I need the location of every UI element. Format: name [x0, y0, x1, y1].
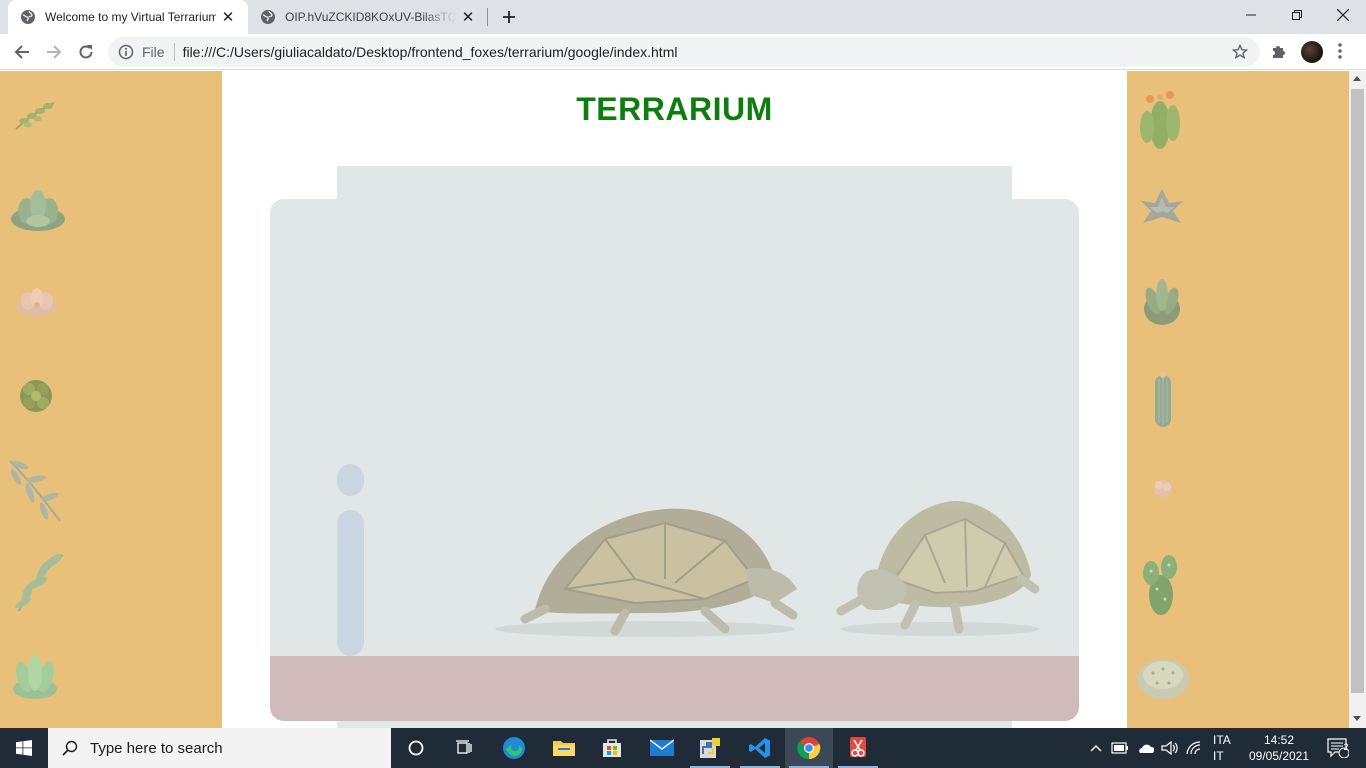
scroll-up-icon[interactable]	[1353, 76, 1361, 81]
scroll-down-icon[interactable]	[1353, 716, 1361, 721]
close-window-button[interactable]	[1320, 0, 1366, 30]
chrome-icon[interactable]	[785, 728, 833, 768]
tab-oip-image[interactable]: OIP.hVuZCKID8KOxUV-BilasTQHa ✕	[248, 0, 488, 34]
close-tab-icon[interactable]: ✕	[456, 5, 480, 29]
jar-bottom-dirt	[270, 656, 1079, 721]
jar-base	[337, 721, 1012, 728]
page-viewport: TERRARIUM	[0, 71, 1349, 728]
reload-button[interactable]	[72, 38, 100, 66]
address-separator	[173, 43, 175, 61]
store-icon[interactable]	[588, 728, 636, 768]
kebab-menu-icon[interactable]	[1338, 43, 1342, 59]
plant-13[interactable]	[1141, 549, 1181, 617]
star-icon[interactable]	[1232, 44, 1248, 60]
start-button[interactable]	[0, 728, 48, 768]
windows-taskbar: Type here to search ITA IT 14:52 09/05/2…	[0, 728, 1366, 768]
right-plant-holder	[1127, 71, 1349, 728]
jar-top	[337, 166, 1012, 202]
puzzle-icon[interactable]	[1270, 42, 1288, 60]
battery-icon[interactable]	[1111, 742, 1129, 754]
input-language[interactable]: ITA IT	[1213, 732, 1231, 764]
plant-3[interactable]	[14, 285, 60, 319]
tab-separator	[487, 8, 488, 26]
plant-11[interactable]	[1149, 369, 1177, 431]
left-plant-holder	[0, 71, 222, 728]
wifi-icon[interactable]	[1186, 741, 1202, 755]
back-button[interactable]	[8, 38, 36, 66]
plant-14[interactable]	[1135, 653, 1191, 701]
tab-title: OIP.hVuZCKID8KOxUV-BilasTQHa	[285, 10, 456, 24]
plant-1[interactable]	[12, 97, 58, 133]
globe-icon	[261, 10, 275, 24]
address-url[interactable]: file:///C:/Users/giuliacaldato/Desktop/f…	[183, 44, 678, 60]
file-explorer-icon[interactable]	[540, 728, 588, 768]
page-title: TERRARIUM	[576, 91, 773, 127]
close-icon	[1337, 9, 1349, 21]
back-icon	[14, 45, 29, 59]
browser-toolbar: File file:///C:/Users/giuliacaldato/Desk…	[0, 34, 1366, 70]
plant-6[interactable]	[13, 551, 67, 615]
chevron-up-icon[interactable]	[1090, 744, 1102, 752]
windows-logo-icon	[16, 740, 32, 756]
taskbar-clock[interactable]: 14:52 09/05/2021	[1244, 732, 1314, 764]
task-view-icon[interactable]	[440, 728, 488, 768]
address-scheme: File	[142, 44, 165, 60]
jar-walls	[270, 199, 1079, 721]
restore-icon	[1292, 10, 1302, 20]
language-code: ITA	[1213, 733, 1231, 747]
jar-glossy-bar	[337, 510, 364, 656]
plus-icon	[503, 11, 515, 23]
forward-button[interactable]	[40, 38, 68, 66]
notification-count: 2	[1343, 742, 1349, 752]
edge-icon[interactable]	[490, 728, 538, 768]
python-icon[interactable]	[686, 728, 734, 768]
search-placeholder: Type here to search	[90, 739, 223, 757]
jar-glossy-dot	[337, 464, 364, 496]
vscode-icon[interactable]	[736, 728, 784, 768]
plant-5[interactable]	[6, 457, 64, 525]
minimize-button[interactable]	[1228, 0, 1274, 30]
globe-icon	[21, 10, 35, 24]
onedrive-icon[interactable]	[1136, 742, 1154, 754]
plant-12[interactable]	[1151, 475, 1175, 501]
plant-9[interactable]	[1137, 185, 1187, 229]
plant-7[interactable]	[10, 651, 60, 701]
close-tab-icon[interactable]: ✕	[216, 5, 240, 29]
taskbar-search-box[interactable]: Type here to search	[48, 728, 391, 768]
new-tab-button[interactable]	[496, 4, 522, 30]
volume-icon[interactable]	[1161, 741, 1179, 755]
plant-2[interactable]	[9, 187, 67, 233]
address-bar[interactable]: File file:///C:/Users/giuliacaldato/Desk…	[108, 37, 1260, 67]
cortana-icon[interactable]	[392, 728, 440, 768]
mail-icon[interactable]	[638, 728, 686, 768]
snip-icon[interactable]	[834, 728, 882, 768]
clock-date: 09/05/2021	[1248, 749, 1310, 763]
profile-avatar[interactable]	[1301, 41, 1323, 63]
forward-icon	[47, 45, 62, 59]
search-icon	[62, 740, 78, 756]
tab-virtual-terrarium[interactable]: Welcome to my Virtual Terrarium ✕	[8, 0, 248, 34]
keyboard-layout: IT	[1213, 749, 1224, 763]
tortoises-image	[495, 501, 1040, 637]
restore-button[interactable]	[1274, 0, 1320, 30]
notification-center-button[interactable]: 2	[1322, 728, 1354, 768]
clock-time: 14:52	[1263, 733, 1295, 747]
minimize-icon	[1246, 14, 1256, 16]
vertical-scrollbar[interactable]	[1349, 71, 1366, 728]
reload-icon	[79, 45, 93, 59]
tab-title: Welcome to my Virtual Terrarium	[45, 10, 216, 24]
system-tray	[1090, 728, 1202, 768]
tab-strip: Welcome to my Virtual Terrarium ✕ OIP.hV…	[0, 0, 1366, 34]
plant-4[interactable]	[16, 374, 56, 418]
info-icon[interactable]	[118, 44, 134, 60]
plant-8[interactable]	[1137, 83, 1183, 151]
plant-10[interactable]	[1141, 277, 1183, 329]
scroll-thumb[interactable]	[1351, 89, 1364, 693]
